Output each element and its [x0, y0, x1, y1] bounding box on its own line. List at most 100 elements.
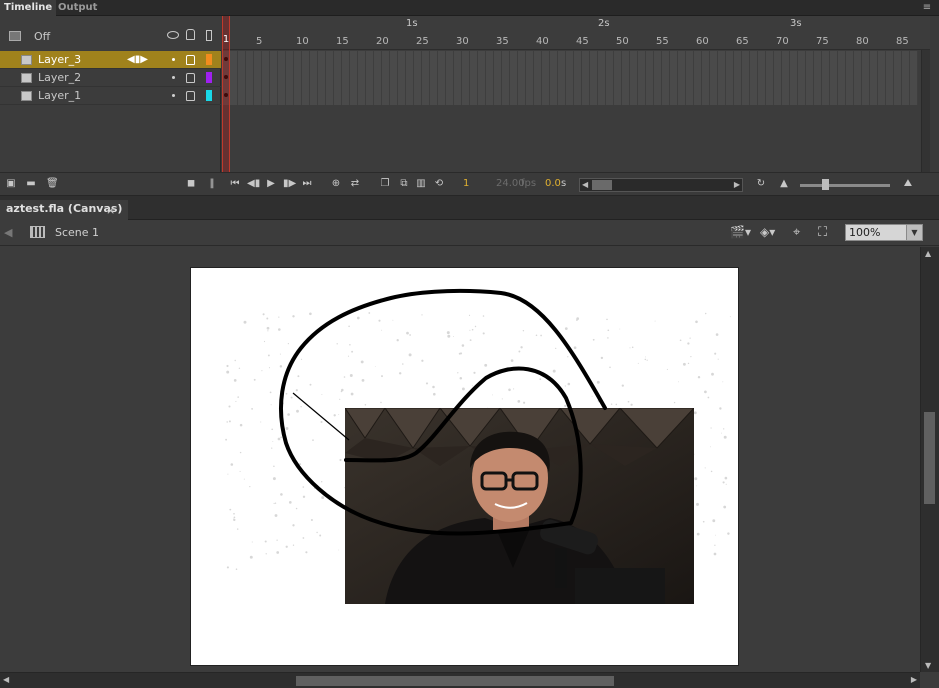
frame-tick-label: 70 — [776, 36, 789, 47]
layer-nav-icon[interactable]: ◀▮▶ — [127, 54, 148, 65]
elapsed-time-value[interactable]: 0.0 — [545, 178, 561, 189]
first-frame-icon[interactable]: ⏮ — [229, 178, 241, 190]
tab-timeline[interactable]: Timeline — [0, 0, 57, 16]
edit-multiple-frames-icon[interactable]: ▥ — [415, 178, 427, 190]
new-folder-icon[interactable]: ▬ — [25, 178, 37, 190]
camera-status-label: Off — [34, 30, 51, 43]
edit-bar: ◀ Scene 1 🎬▾ ◈▾ ⌖ ⛶ 100% ▼ — [0, 220, 939, 246]
timeline-horizontal-scrollbar[interactable]: ◀ ▶ — [579, 178, 743, 192]
frame-ruler[interactable]: 1s 2s 3s 5 10 15 20 25 30 35 40 45 50 55 60 65 70 75 80… — [222, 16, 930, 50]
chevron-down-icon[interactable]: ▼ — [906, 225, 922, 240]
playhead-frame-number: 1 — [222, 34, 230, 45]
reset-timeline-icon[interactable]: ↻ — [755, 178, 767, 190]
visibility-dot-icon[interactable] — [172, 76, 175, 79]
scroll-down-icon[interactable]: ▼ — [925, 661, 931, 670]
second-marker: 1s — [406, 18, 418, 29]
delete-icon[interactable]: 🗑 — [46, 178, 59, 190]
layer-color-chip[interactable] — [206, 72, 212, 83]
outline-icon[interactable] — [206, 30, 212, 41]
frame-tick-label: 30 — [456, 36, 469, 47]
scroll-thumb[interactable] — [924, 412, 935, 504]
clapperboard-icon — [30, 226, 45, 238]
onion-skin-icon[interactable]: ❐ — [379, 178, 391, 190]
eye-icon[interactable] — [167, 31, 179, 39]
loop-icon[interactable]: ⇄ — [349, 178, 361, 190]
camera-layer-icon[interactable] — [9, 31, 21, 41]
layer-row-layer-2[interactable]: Layer_2 — [0, 69, 221, 87]
visibility-dot-icon[interactable] — [172, 94, 175, 97]
zoom-select[interactable]: 100% ▼ — [845, 224, 923, 241]
current-frame-value[interactable]: 1 — [463, 178, 469, 189]
frame-tick-label: 85 — [896, 36, 909, 47]
zoom-out-timeline-icon[interactable]: ▲ — [778, 178, 790, 190]
pasteboard[interactable] — [0, 247, 920, 672]
layer-color-chip[interactable] — [206, 54, 212, 65]
frames-area[interactable]: 1s 2s 3s 5 10 15 20 25 30 35 40 45 50 55 60 65 70 75 80… — [222, 16, 930, 172]
layer-name[interactable]: Layer_1 — [38, 89, 81, 102]
lock-icon[interactable] — [186, 55, 195, 65]
frame-tick-label: 60 — [696, 36, 709, 47]
layers-column: Off Layer_3 ◀▮▶ Layer_2 Layer_1 — [0, 16, 221, 172]
layer-icon — [21, 73, 32, 83]
timeline-vertical-scrollbar[interactable] — [921, 50, 930, 172]
scroll-right-icon[interactable]: ▶ — [734, 180, 740, 189]
scroll-right-icon[interactable]: ▶ — [911, 675, 917, 684]
scene-label[interactable]: Scene 1 — [55, 226, 99, 239]
close-icon[interactable]: × — [106, 204, 115, 217]
center-stage-icon[interactable]: ⌖ — [793, 225, 800, 240]
stage-horizontal-scrollbar[interactable]: ◀ ▶ — [0, 672, 920, 688]
tab-output[interactable]: Output — [54, 0, 101, 16]
step-forward-icon[interactable]: ▮▶ — [283, 178, 296, 190]
scroll-thumb[interactable] — [592, 180, 612, 190]
scroll-left-icon[interactable]: ◀ — [3, 675, 9, 684]
step-back-icon[interactable]: ◀▮ — [247, 178, 260, 190]
lock-icon[interactable] — [186, 73, 195, 83]
panel-menu-icon[interactable]: ≡ — [921, 2, 933, 13]
frame-grid[interactable] — [222, 51, 918, 105]
frame-tick-label: 20 — [376, 36, 389, 47]
scroll-up-icon[interactable]: ▲ — [925, 249, 931, 258]
edit-scene-icon[interactable]: 🎬▾ — [730, 225, 751, 239]
layer-name[interactable]: Layer_2 — [38, 71, 81, 84]
panel-tab-bar: Timeline Output ≡ — [0, 0, 939, 16]
play-icon[interactable]: ▶ — [265, 178, 277, 190]
document-tab-bar: aztest.fla (Canvas) × — [0, 196, 939, 220]
clip-content-icon[interactable]: ⛶ — [818, 225, 827, 240]
scroll-left-icon[interactable]: ◀ — [582, 180, 588, 189]
onion-skin-outline-icon[interactable]: ⧉ — [398, 178, 410, 190]
layer-name[interactable]: Layer_3 — [38, 53, 81, 66]
layer-color-chip[interactable] — [206, 90, 212, 101]
frame-tick-label: 75 — [816, 36, 829, 47]
timeline-zoom-knob[interactable] — [822, 179, 829, 190]
frame-tick-label: 50 — [616, 36, 629, 47]
camera-icon[interactable]: ◼ — [185, 178, 197, 190]
layer-depth-icon[interactable]: ‖ — [206, 178, 218, 190]
frame-tick-label: 25 — [416, 36, 429, 47]
layer-row-layer-1[interactable]: Layer_1 — [0, 87, 221, 105]
new-layer-icon[interactable]: ▣ — [5, 178, 17, 190]
elapsed-time-unit: s — [561, 178, 567, 189]
last-frame-icon[interactable]: ⏭ — [301, 178, 313, 190]
stage-canvas[interactable] — [190, 267, 739, 666]
layer-icon — [21, 91, 32, 101]
zoom-in-timeline-icon[interactable]: ⛰ — [899, 178, 917, 190]
timeline-zoom-slider[interactable] — [800, 184, 890, 187]
visibility-dot-icon[interactable] — [172, 58, 175, 61]
modify-onion-markers-icon[interactable]: ⟲ — [433, 178, 445, 190]
zoom-value: 100% — [849, 226, 881, 239]
layer-row-layer-3[interactable]: Layer_3 ◀▮▶ — [0, 51, 221, 69]
back-arrow-icon[interactable]: ◀ — [4, 226, 12, 239]
brush-strokes[interactable] — [191, 268, 739, 666]
center-frame-icon[interactable]: ⊕ — [330, 178, 342, 190]
frame-tick-label: 55 — [656, 36, 669, 47]
scroll-thumb[interactable] — [296, 676, 614, 686]
stage-vertical-scrollbar[interactable]: ▲ ▼ — [920, 247, 939, 672]
frame-tick-label: 45 — [576, 36, 589, 47]
frame-tick-label: 5 — [256, 36, 263, 47]
frame-tick-label: 80 — [856, 36, 869, 47]
timeline-toolbar: ▣ ▬ 🗑 ◼ ‖ ⏮ ◀▮ ▶ ▮▶ ⏭ ⊕ ⇄ ❐ ⧉ ▥ ⟲ 1 24.0… — [0, 172, 939, 196]
edit-symbols-icon[interactable]: ◈▾ — [760, 225, 775, 239]
fps-unit: fps — [521, 178, 537, 189]
lock-icon[interactable] — [186, 29, 195, 40]
lock-icon[interactable] — [186, 91, 195, 101]
